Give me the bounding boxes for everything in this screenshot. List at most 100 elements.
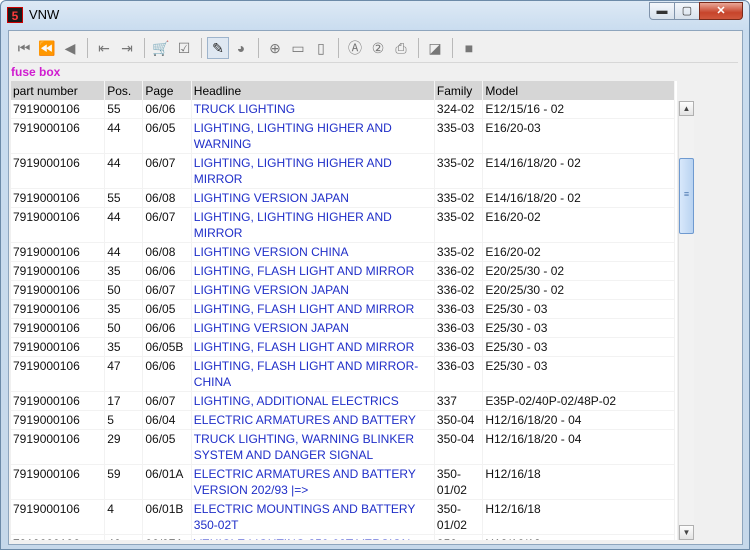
table-cell: 7919000106: [11, 464, 106, 500]
erase-button[interactable]: ◪: [424, 37, 446, 59]
table-row[interactable]: 7919000106 35 06/05B LIGHTING, FLASH LIGHT …: [11, 337, 675, 357]
headline-link[interactable]: LIGHTING VERSION JAPAN: [191, 188, 435, 208]
headline-link[interactable]: LIGHTING, ADDITIONAL ELECTRICS: [191, 391, 435, 411]
headline-link[interactable]: LIGHTING, FLASH LIGHT AND MIRROR- CHINA: [191, 356, 435, 392]
table-cell: E16/20-02: [482, 242, 675, 262]
column-header[interactable]: part number: [11, 81, 106, 100]
table-row[interactable]: 7919000106 29 06/05 TRUCK LIGHTING, WARNING…: [11, 429, 675, 465]
table-cell: E16/20-02: [482, 207, 675, 243]
table-cell: 06/07: [142, 153, 192, 189]
table-cell: 7919000106: [11, 356, 106, 392]
table-cell: 7919000106: [11, 499, 106, 535]
table-cell: 44: [104, 153, 144, 189]
close-button[interactable]: ✕: [699, 2, 743, 20]
column-header[interactable]: Family: [434, 81, 484, 100]
table-cell: 7919000106: [11, 118, 106, 154]
table-row[interactable]: 7919000106 35 06/06 LIGHTING, FLASH LIGHT A…: [11, 261, 675, 281]
headline-link[interactable]: LIGHTING VERSION JAPAN: [191, 280, 435, 300]
table-row[interactable]: 7919000106 5 06/04 ELECTRIC ARMATURES AND B…: [11, 410, 675, 430]
table-row[interactable]: 7919000106 50 06/07 LIGHTING VERSION JAPAN 3…: [11, 280, 675, 300]
scroll-down-button[interactable]: ▼: [679, 525, 694, 540]
marker-2-button[interactable]: ②: [367, 37, 389, 59]
headline-link[interactable]: LIGHTING, LIGHTING HIGHER AND WARNING: [191, 118, 435, 154]
headline-link[interactable]: ELECTRIC ARMATURES AND BATTERY VERSION 2…: [191, 464, 435, 500]
table-cell: 47: [104, 356, 144, 392]
headline-link[interactable]: TRUCK LIGHTING, WARNING BLINKER SYSTEM A…: [191, 429, 435, 465]
table-cell: E25/30 - 03: [482, 318, 675, 338]
table-cell: 35: [104, 299, 144, 319]
headline-link[interactable]: LIGHTING VERSION CHINA: [191, 242, 435, 262]
scroll-thumb[interactable]: ≡: [679, 158, 694, 234]
headline-link[interactable]: ELECTRIC MOUNTINGS AND BATTERY 350-02T: [191, 499, 435, 535]
table-cell: 7919000106: [11, 410, 106, 430]
fast-back-button[interactable]: ⏪: [36, 37, 58, 59]
zoom-button[interactable]: ⊕: [264, 37, 286, 59]
headline-link[interactable]: TRUCK LIGHTING: [191, 100, 435, 119]
headline-link[interactable]: LIGHTING VERSION JAPAN: [191, 318, 435, 338]
toolbar-separator: [201, 38, 202, 58]
headline-link[interactable]: LIGHTING, FLASH LIGHT AND MIRROR: [191, 299, 435, 319]
table-row[interactable]: 7919000106 50 06/06 LIGHTING VERSION JAPAN 3…: [11, 318, 675, 338]
page-button[interactable]: ▭: [287, 37, 309, 59]
column-header[interactable]: Pos.: [104, 81, 144, 100]
table-cell: 06/01B: [142, 499, 192, 535]
table-cell: H12/16/18: [482, 464, 675, 500]
table-row[interactable]: 7919000106 47 06/06 LIGHTING, FLASH LIGHT A…: [11, 356, 675, 392]
table-cell: E14/16/18/20 - 02: [482, 153, 675, 189]
minimize-button[interactable]: ▬: [649, 2, 675, 20]
table-row[interactable]: 7919000106 44 06/07 LIGHTING, LIGHTING HIGH…: [11, 207, 675, 243]
headline-link[interactable]: VEHICLE LIGHTING 350-02T VERSION: [191, 534, 435, 540]
toolbar: ⏮ ⏪ ◀ ⇤ ⇥ 🛒 ☑ ✎ ◕ ⊕ ▭ ▯ Ⓐ ② ⎙ ◪ ■: [13, 34, 738, 63]
table-cell: 7919000106: [11, 280, 106, 300]
table-row[interactable]: 79190001064606/07AVEHICLE LIGHTING 350-0…: [11, 534, 675, 540]
table-cell: 350-01/02: [434, 499, 484, 535]
title-bar[interactable]: 5 VNW ▬ ▢ ✕: [1, 1, 749, 29]
table-cell: 06/06: [142, 356, 192, 392]
marker-a-button[interactable]: Ⓐ: [344, 37, 366, 59]
table-cell: H12/16/18/20 - 04: [482, 410, 675, 430]
table-cell: 7919000106: [11, 337, 106, 357]
table-row[interactable]: 7919000106 44 06/07 LIGHTING, LIGHTING HIGH…: [11, 153, 675, 189]
headline-link[interactable]: ELECTRIC ARMATURES AND BATTERY: [191, 410, 435, 430]
table-row[interactable]: 7919000106 4 06/01B ELECTRIC MOUNTINGS AND …: [11, 499, 675, 535]
column-header[interactable]: Model: [482, 81, 675, 100]
table-row[interactable]: 7919000106 44 06/05 LIGHTING, LIGHTING HIGH…: [11, 118, 675, 154]
table-cell: 06/06: [142, 100, 192, 119]
back-button[interactable]: ◀: [59, 37, 81, 59]
table-body: 7919000106 55 06/06 TRUCK LIGHTING 324-02 E12…: [11, 100, 675, 540]
table-cell: 06/01A: [142, 464, 192, 500]
table-cell: 4: [104, 499, 144, 535]
column-header[interactable]: Headline: [191, 81, 435, 100]
column-header[interactable]: Page: [142, 81, 192, 100]
table-cell: 29: [104, 429, 144, 465]
table-row[interactable]: 7919000106 17 06/07 LIGHTING, ADDITIONAL EL…: [11, 391, 675, 411]
window-controls: ▬ ▢ ✕: [649, 2, 743, 20]
headline-link[interactable]: LIGHTING, FLASH LIGHT AND MIRROR: [191, 261, 435, 281]
vertical-scrollbar[interactable]: ▲ ≡ ▼: [678, 101, 694, 540]
marker-2-icon: ②: [371, 39, 385, 56]
table-row[interactable]: 7919000106 55 06/06 TRUCK LIGHTING 324-02 E12…: [11, 100, 675, 119]
headline-link[interactable]: LIGHTING, LIGHTING HIGHER AND MIRROR: [191, 207, 435, 243]
table-cell: 35: [104, 337, 144, 357]
table-row[interactable]: 7919000106 55 06/08 LIGHTING VERSION JAPAN 3…: [11, 188, 675, 208]
scroll-up-button[interactable]: ▲: [679, 101, 694, 116]
print-button[interactable]: ⎙: [390, 37, 412, 59]
maximize-button[interactable]: ▢: [674, 2, 700, 20]
pen-tool-button[interactable]: ✎: [207, 37, 229, 59]
prev-doc-button[interactable]: ⇤: [93, 37, 115, 59]
page-copy-button[interactable]: ▯: [310, 37, 332, 59]
table-cell: H12/16/18/20 - 04: [482, 429, 675, 465]
headline-link[interactable]: LIGHTING, LIGHTING HIGHER AND MIRROR: [191, 153, 435, 189]
table-cell: 5: [104, 410, 144, 430]
stop-button[interactable]: ■: [458, 37, 480, 59]
first-page-button[interactable]: ⏮: [13, 37, 35, 59]
table-row[interactable]: 7919000106 35 06/05 LIGHTING, FLASH LIGHT A…: [11, 299, 675, 319]
cart-button[interactable]: 🛒: [150, 37, 172, 59]
checklist-button[interactable]: ☑: [173, 37, 195, 59]
next-doc-button[interactable]: ⇥: [116, 37, 138, 59]
globe-button[interactable]: ◕: [230, 37, 252, 59]
table-cell: 7919000106: [11, 391, 106, 411]
headline-link[interactable]: LIGHTING, FLASH LIGHT AND MIRROR: [191, 337, 435, 357]
table-row[interactable]: 7919000106 59 06/01A ELECTRIC ARMATURES AND…: [11, 464, 675, 500]
table-row[interactable]: 7919000106 44 06/08 LIGHTING VERSION CHINA 3…: [11, 242, 675, 262]
